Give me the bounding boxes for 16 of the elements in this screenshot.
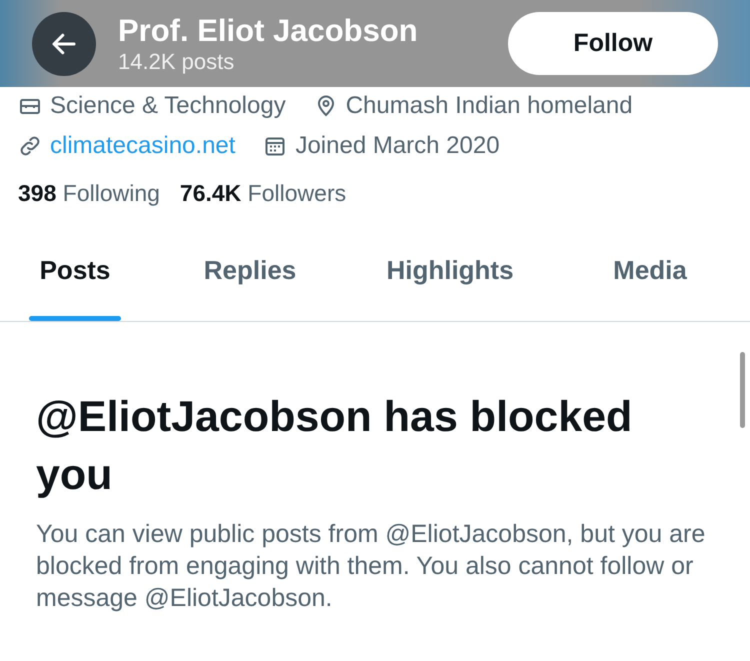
joined-date: Joined March 2020 — [295, 132, 500, 160]
category-text: Science & Technology — [50, 92, 286, 120]
blocked-title: @EliotJacobson has blocked you — [36, 392, 634, 501]
link-icon — [18, 134, 42, 158]
stat-link[interactable]: 398 Following — [18, 180, 160, 207]
profile-tab[interactable]: Posts — [0, 241, 150, 321]
profile-name: Prof. Eliot Jacobson — [118, 12, 419, 48]
follow-button[interactable]: Follow — [508, 12, 718, 75]
location-text: Chumash Indian homeland — [346, 92, 633, 120]
profile-tab[interactable]: Replies — [150, 241, 350, 321]
scrollbar-thumb[interactable] — [740, 352, 745, 428]
post-count: 14.2K posts — [118, 48, 236, 74]
stat-link[interactable]: 76.4K Followers — [180, 180, 346, 207]
profile-tab[interactable]: Highlights — [350, 241, 550, 321]
profile-tab[interactable]: Media — [550, 241, 750, 321]
blocked-message: You can view public posts from @EliotJacobson, but you are blocked from engaging with them. You also cannot follow or message @EliotJacobson. — [36, 519, 706, 614]
